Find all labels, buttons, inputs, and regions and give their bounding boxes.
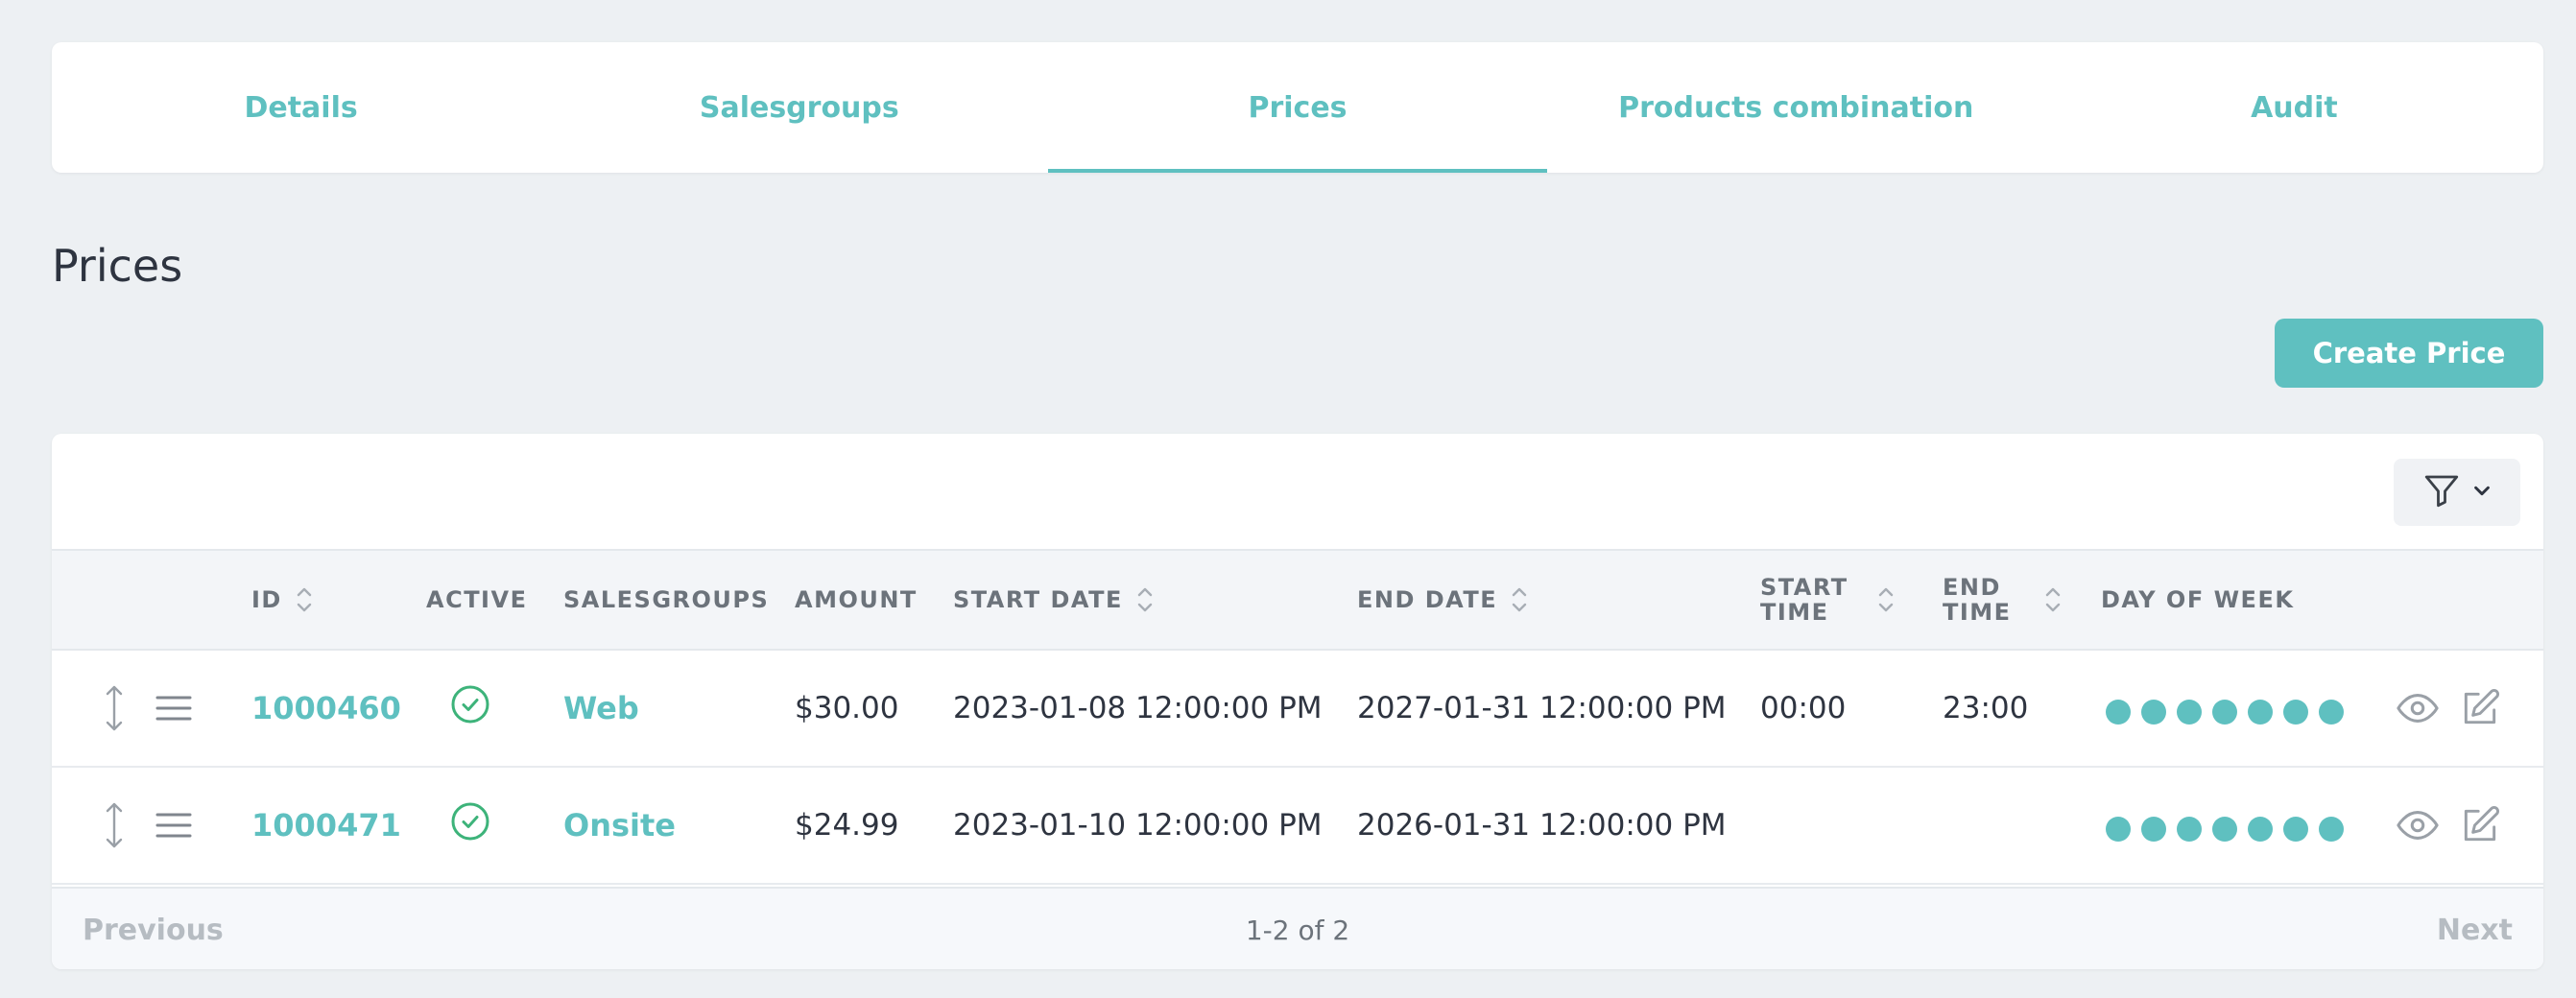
sort-icon[interactable] xyxy=(296,584,313,615)
sort-icon[interactable] xyxy=(1877,584,1895,615)
next-button[interactable]: Next xyxy=(2437,889,2513,969)
day-dot xyxy=(2319,700,2344,725)
header-end-time-line1: END xyxy=(1943,573,2001,601)
header-end-date[interactable]: END DATE xyxy=(1357,551,1528,649)
day-dot xyxy=(2212,817,2237,842)
filter-icon xyxy=(2421,470,2462,514)
tab-audit[interactable]: Audit xyxy=(2045,42,2543,173)
header-end-time-label: END TIME xyxy=(1943,573,2012,626)
day-dot xyxy=(2141,700,2166,725)
edit-icon[interactable] xyxy=(2459,651,2501,766)
header-end-date-label: END DATE xyxy=(1357,585,1498,613)
day-dot xyxy=(2106,700,2131,725)
active-check-icon xyxy=(450,647,490,762)
start-date: 2023-01-08 12:00:00 PM xyxy=(953,691,1323,725)
tab-salesgroups[interactable]: Salesgroups xyxy=(550,42,1048,173)
day-dot xyxy=(2319,817,2344,842)
day-dot xyxy=(2283,817,2308,842)
header-start-time-line1: START xyxy=(1760,573,1849,601)
salesgroup-link[interactable]: Onsite xyxy=(563,768,676,883)
tab-products-combination[interactable]: Products combination xyxy=(1547,42,2045,173)
header-amount: AMOUNT xyxy=(795,585,918,613)
header-salesgroups: SALESGROUPS xyxy=(563,585,770,613)
header-start-time-label: START TIME xyxy=(1760,573,1849,626)
active-check-icon xyxy=(450,764,490,879)
day-dot xyxy=(2212,700,2237,725)
day-of-week-indicators xyxy=(2106,768,2344,883)
day-dot xyxy=(2141,817,2166,842)
header-id[interactable]: ID xyxy=(251,551,313,649)
header-id-label: ID xyxy=(251,585,282,613)
filter-button[interactable] xyxy=(2394,459,2520,526)
row-menu-icon[interactable] xyxy=(155,768,192,883)
pagination-info: 1-2 of 2 xyxy=(1245,914,1350,946)
day-dot xyxy=(2106,817,2131,842)
view-eye-icon[interactable] xyxy=(2396,651,2440,766)
day-dot xyxy=(2283,700,2308,725)
pagination: Previous 1-2 of 2 Next xyxy=(52,887,2543,969)
day-dot xyxy=(2177,700,2202,725)
end-time: 23:00 xyxy=(1943,691,2029,725)
day-dot xyxy=(2177,817,2202,842)
header-start-date[interactable]: START DATE xyxy=(953,551,1154,649)
tab-prices[interactable]: Prices xyxy=(1048,42,1547,173)
drag-handle-icon[interactable] xyxy=(102,768,127,883)
header-active: ACTIVE xyxy=(426,585,528,613)
edit-icon[interactable] xyxy=(2459,768,2501,883)
row-menu-icon[interactable] xyxy=(155,651,192,766)
day-of-week-indicators xyxy=(2106,651,2344,766)
sort-icon[interactable] xyxy=(1511,584,1528,615)
price-id-link[interactable]: 1000471 xyxy=(251,768,401,883)
day-dot xyxy=(2248,817,2273,842)
view-eye-icon[interactable] xyxy=(2396,768,2440,883)
amount: $30.00 xyxy=(795,691,899,725)
table-row: 1000471 Onsite $24.99 2023-01-10 12:00:0… xyxy=(52,768,2543,885)
table-row: 1000460 Web $30.00 2023-01-08 12:00:00 P… xyxy=(52,651,2543,768)
start-time: 00:00 xyxy=(1760,691,1847,725)
start-date: 2023-01-10 12:00:00 PM xyxy=(953,808,1323,843)
header-start-date-label: START DATE xyxy=(953,585,1123,613)
header-day-of-week: DAY OF WEEK xyxy=(2101,585,2295,613)
sort-icon[interactable] xyxy=(1136,584,1154,615)
header-end-time[interactable]: END TIME xyxy=(1943,551,2062,649)
header-start-time-line2: TIME xyxy=(1760,599,1829,626)
tab-details[interactable]: Details xyxy=(52,42,550,173)
header-start-time[interactable]: START TIME xyxy=(1760,551,1895,649)
end-date: 2027-01-31 12:00:00 PM xyxy=(1357,691,1727,725)
price-id-link[interactable]: 1000460 xyxy=(251,651,401,766)
sort-icon[interactable] xyxy=(2044,584,2062,615)
salesgroup-link[interactable]: Web xyxy=(563,651,639,766)
amount: $24.99 xyxy=(795,808,899,843)
chevron-down-icon xyxy=(2471,480,2493,505)
page-title: Prices xyxy=(52,240,183,292)
end-date: 2026-01-31 12:00:00 PM xyxy=(1357,808,1727,843)
header-end-time-line2: TIME xyxy=(1943,599,2012,626)
prices-table-card: ID ACTIVE SALESGROUPS AMOUNT START DATE … xyxy=(52,434,2543,969)
table-header: ID ACTIVE SALESGROUPS AMOUNT START DATE … xyxy=(52,549,2543,651)
tab-bar: Details Salesgroups Prices Products comb… xyxy=(52,42,2543,173)
drag-handle-icon[interactable] xyxy=(102,651,127,766)
day-dot xyxy=(2248,700,2273,725)
create-price-button[interactable]: Create Price xyxy=(2275,319,2543,388)
